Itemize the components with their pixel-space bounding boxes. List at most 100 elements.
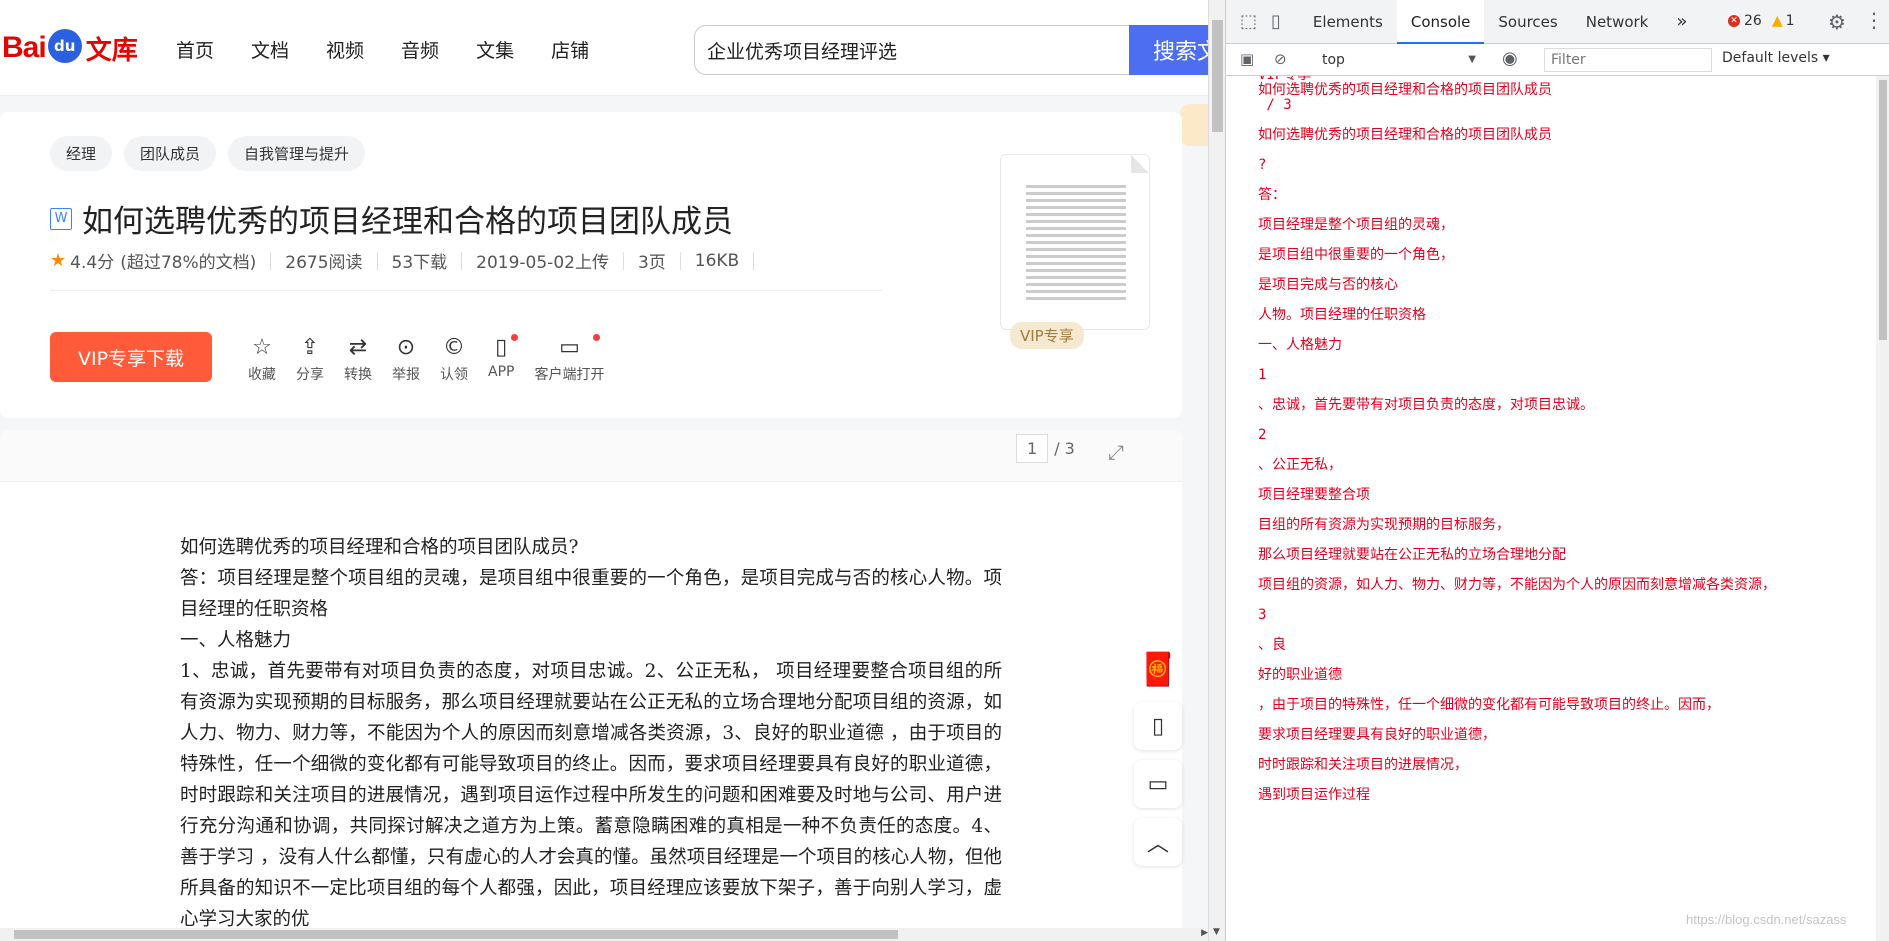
web-page: Bai du 文库 首页 文档 视频 音频 文集 店铺 搜索文 经理 团队成员 [0,0,1210,941]
more-tabs-button[interactable]: » [1662,0,1701,44]
page-fold-icon [1131,155,1149,173]
issue-badges[interactable]: ✕ 26 ▲ 1 [1728,13,1795,29]
divider [376,251,378,270]
console-log-line [1226,653,1876,668]
search-button[interactable]: 搜索文 [1129,25,1210,75]
console-log-line [1226,113,1876,128]
mobile-icon[interactable]: ▯ [1134,702,1182,750]
tag-item[interactable]: 经理 [50,136,113,171]
warning-icon: ▲ [1771,13,1783,29]
gift-bag-icon[interactable]: 🧧 [1134,646,1182,692]
scrollbar-thumb[interactable] [1212,20,1223,132]
log-levels-dropdown[interactable]: Default levels ▾ [1722,50,1830,66]
context-select[interactable]: top ▼ [1316,48,1484,72]
vip-badge: VIP专享 [1010,322,1084,349]
console-log-line: 那么项目经理就要站在公正无私的立场合理地分配 [1258,547,1566,563]
claim-button[interactable]: © 认领 [440,334,468,384]
eye-icon[interactable]: ◉ [1502,48,1518,69]
console-log-line: 答： [1258,187,1286,203]
thumbnail-lines [1026,185,1126,304]
console-log-line [1226,263,1876,278]
search-input[interactable] [707,39,1121,61]
search-box [694,25,1134,75]
tab-console[interactable]: Console [1396,0,1485,44]
vip-download-button[interactable]: VIP专享下载 [50,332,212,382]
back-to-top-icon[interactable]: ︿ [1134,818,1182,866]
nav-collections[interactable]: 文集 [476,36,514,63]
tag-item[interactable]: 团队成员 [124,136,217,171]
doc-actions: ☆ 收藏 ⇪ 分享 ⇄ 转换 ⊙ 举报 © 认领 ▯ APP ▭ 客户端打开 [248,334,624,384]
console-log-line [1226,623,1876,638]
console-log-line: 项目经理是整个项目组的灵魂， [1258,217,1454,233]
console-log-line [1226,563,1876,578]
console-log-line: 、良 [1258,637,1286,653]
divider [753,251,755,270]
share-button[interactable]: ⇪ 分享 [296,334,324,384]
side-float-tab[interactable] [1180,104,1210,146]
floating-buttons: 🧧 ▯ ▭ ︿ [1134,646,1182,866]
sidebar-toggle-icon[interactable]: ▣ [1240,50,1254,68]
nav-videos[interactable]: 视频 [326,36,364,63]
nav-shops[interactable]: 店铺 [551,36,589,63]
console-log-line: 要求项目经理要具有良好的职业道德， [1258,727,1496,743]
doc-thumbnail[interactable] [1000,154,1150,330]
console-log-line: 遇到项目运作过程 [1258,787,1370,803]
read-count: 2675阅读 [285,253,363,273]
clear-console-icon[interactable]: ⊘ [1274,50,1287,68]
convert-icon: ⇄ [348,335,368,360]
console-log-line [1226,323,1876,338]
console-log-line [1226,293,1876,308]
divider [622,251,624,270]
scrollbar-thumb[interactable] [14,930,898,939]
doc-info-card: 经理 团队成员 自我管理与提升 W 如何选聘优秀的项目经理和合格的项目团队成员 … [0,112,1182,418]
action-label: 举报 [392,367,420,383]
phone-icon: ▯ [495,335,508,360]
context-value: top [1322,52,1345,68]
page-total: / 3 [1054,439,1075,458]
tag-item[interactable]: 自我管理与提升 [228,136,366,171]
gear-icon[interactable]: ⚙ [1828,10,1846,34]
page-number-input[interactable]: 1 [1016,434,1049,463]
divider [270,251,272,270]
inspect-element-icon[interactable]: ⬚ [1240,11,1257,32]
nav-home[interactable]: 首页 [176,36,214,63]
console-log-line [1226,383,1876,398]
horizontal-scrollbar[interactable]: ▶ [0,928,1210,941]
paw-icon: du [47,29,82,63]
action-label: 客户端打开 [534,367,605,383]
baidu-wenku-logo[interactable]: Bai du 文库 [2,18,138,78]
arrow-right-icon[interactable]: ▶ [1201,928,1208,938]
filter-input[interactable] [1544,48,1712,72]
console-scrollbar[interactable] [1876,76,1889,941]
tab-elements[interactable]: Elements [1299,0,1397,44]
console-log-line: 一、人格魅力 [1258,337,1342,353]
scrollbar-thumb[interactable] [1879,80,1887,340]
console-log-line: 1 [1258,367,1267,383]
app-button[interactable]: ▯ APP [488,334,519,384]
open-in-client-button[interactable]: ▭ 客户端打开 [534,334,604,384]
device-toolbar-icon[interactable]: ▯ [1271,11,1281,32]
feedback-icon[interactable]: ▭ [1134,760,1182,808]
console-log-line [1226,743,1876,758]
console-log-line: / 3 [1258,97,1292,113]
favorite-button[interactable]: ☆ 收藏 [248,334,276,384]
console-log-line [1226,593,1876,608]
convert-button[interactable]: ⇄ 转换 [344,334,372,384]
fullscreen-icon[interactable]: ⤢ [1108,440,1124,464]
arrow-down-icon[interactable]: ▼ [1213,927,1220,937]
console-log-line: ? [1258,157,1267,173]
more-options-icon[interactable]: ⋮ [1864,8,1884,32]
tab-sources[interactable]: Sources [1484,0,1571,44]
report-icon: ⊙ [396,335,416,360]
page-count: 3页 [637,253,666,273]
console-log-line: 如何选聘优秀的项目经理和合格的项目团队成员 [1258,82,1552,98]
tab-network[interactable]: Network [1572,0,1663,44]
action-label: 收藏 [248,367,276,383]
vertical-scrollbar[interactable]: ▼ [1208,0,1225,941]
nav-docs[interactable]: 文档 [251,36,289,63]
console-log-line [1226,683,1876,698]
devtools-panel: ⬚ ▯ Elements Console Sources Network » ✕… [1225,0,1889,941]
report-button[interactable]: ⊙ 举报 [392,334,420,384]
nav-audio[interactable]: 音频 [401,36,439,63]
pager: 1 / 3 [1016,434,1075,463]
